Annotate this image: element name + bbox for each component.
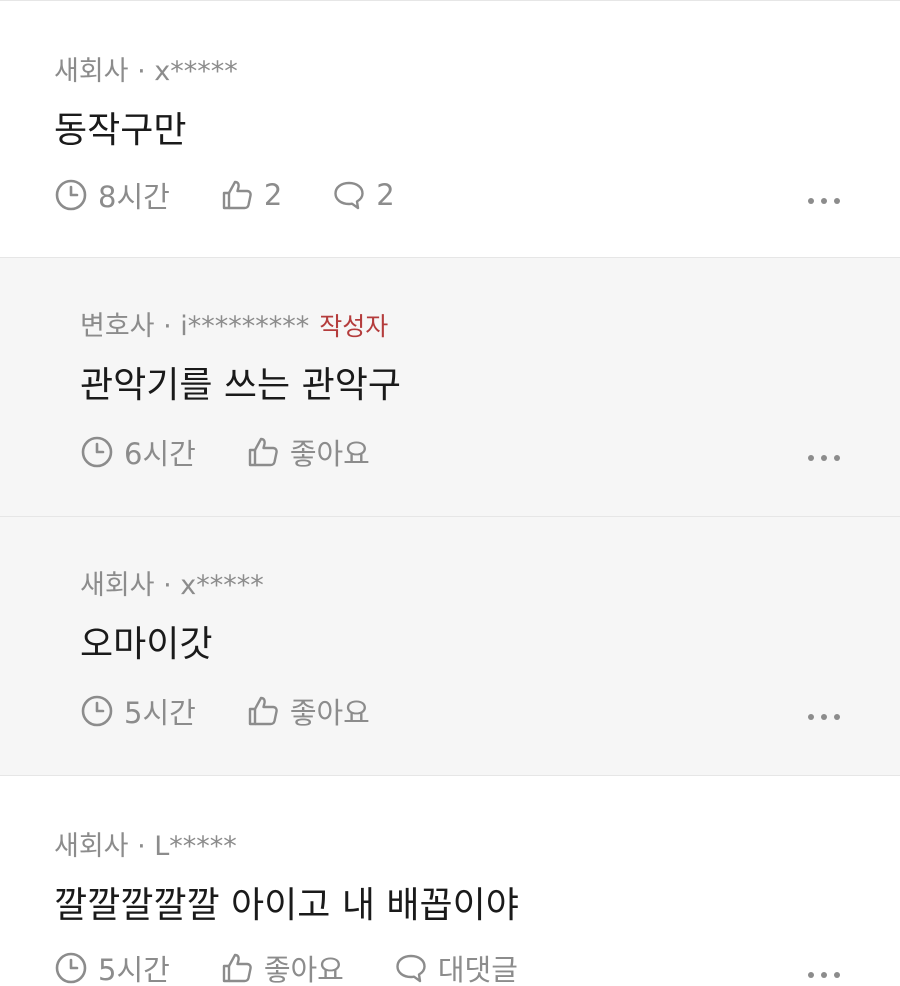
more-dots-icon[interactable]	[808, 186, 840, 216]
dot	[821, 198, 827, 204]
comment-reply-item: 변호사 · i********* 작성자 관악기를 쓰는 관악구 6시간 좋아요	[0, 258, 900, 517]
comment-author[interactable]: 새회사 · L*****	[54, 831, 237, 862]
comment-meta: 새회사 · x*****	[54, 49, 238, 88]
comment-author[interactable]: 새회사 · x*****	[54, 56, 238, 87]
author-badge: 작성자	[319, 312, 389, 341]
dot	[808, 714, 814, 720]
dot	[834, 198, 840, 204]
clock-icon	[81, 695, 113, 727]
thumbs-up-icon	[222, 180, 252, 210]
comment-feed: 새회사 · x***** 동작구만 8시간 2 2 변호사 · i*******…	[0, 0, 900, 986]
comment-meta: 새회사 · L*****	[54, 824, 237, 863]
comment-actions: 8시간 2 2	[54, 173, 395, 217]
like-button[interactable]: 좋아요	[246, 430, 370, 474]
like-label: 좋아요	[289, 696, 370, 730]
like-button[interactable]: 좋아요	[246, 689, 370, 733]
dot	[834, 714, 840, 720]
like-button[interactable]: 2	[220, 173, 282, 217]
dot	[821, 714, 827, 720]
dot	[834, 972, 840, 978]
comment-text: 오마이갓	[80, 624, 213, 665]
comment-text: 동작구만	[54, 110, 187, 151]
like-count: 2	[263, 178, 283, 212]
dot	[834, 455, 840, 461]
time-label: 6시간	[124, 437, 196, 471]
speech-bubble-icon	[396, 954, 426, 983]
dot	[808, 972, 814, 978]
speech-bubble-icon	[334, 181, 364, 210]
thumbs-up-icon	[248, 437, 278, 467]
like-label: 좋아요	[263, 953, 344, 986]
dot	[821, 972, 827, 978]
comment-text: 관악기를 쓰는 관악구	[80, 365, 401, 406]
comment-time: 6시간	[80, 430, 196, 474]
time-label: 5시간	[124, 696, 196, 730]
time-label: 5시간	[98, 953, 170, 986]
more-dots-icon[interactable]	[808, 960, 840, 986]
comment-meta: 새회사 · x*****	[80, 563, 264, 602]
reply-count: 2	[376, 178, 395, 212]
comment-actions: 5시간 좋아요	[80, 689, 420, 733]
thumbs-up-icon	[248, 696, 278, 726]
reply-label: 대댓글	[437, 953, 518, 986]
dot	[821, 455, 827, 461]
dot	[808, 455, 814, 461]
comment-text: 깔깔깔깔깔 아이고 내 배꼽이야	[54, 885, 519, 926]
like-button[interactable]: 좋아요	[220, 946, 344, 986]
more-dots-icon[interactable]	[808, 443, 840, 473]
comment-actions: 5시간 좋아요 대댓글	[54, 946, 518, 986]
comment-time: 5시간	[54, 946, 170, 986]
comment-item: 새회사 · x***** 동작구만 8시간 2 2	[0, 0, 900, 258]
comment-time: 5시간	[80, 689, 196, 733]
comment-item: 새회사 · L***** 깔깔깔깔깔 아이고 내 배꼽이야 5시간 좋아요 대댓…	[0, 776, 900, 986]
reply-button[interactable]: 2	[332, 173, 395, 217]
clock-icon	[81, 436, 113, 468]
time-label: 8시간	[98, 180, 170, 214]
comment-meta: 변호사 · i********* 작성자	[80, 304, 388, 343]
comment-time: 8시간	[54, 173, 170, 217]
clock-icon	[55, 179, 87, 211]
clock-icon	[55, 952, 87, 984]
comment-reply-item: 새회사 · x***** 오마이갓 5시간 좋아요	[0, 517, 900, 776]
dot	[808, 198, 814, 204]
comment-author[interactable]: 변호사 · i*********	[80, 311, 309, 342]
reply-button[interactable]: 대댓글	[394, 946, 518, 986]
comment-actions: 6시간 좋아요	[80, 430, 420, 474]
thumbs-up-icon	[222, 953, 252, 983]
comment-author[interactable]: 새회사 · x*****	[80, 570, 264, 601]
more-dots-icon[interactable]	[808, 702, 840, 732]
like-label: 좋아요	[289, 437, 370, 471]
